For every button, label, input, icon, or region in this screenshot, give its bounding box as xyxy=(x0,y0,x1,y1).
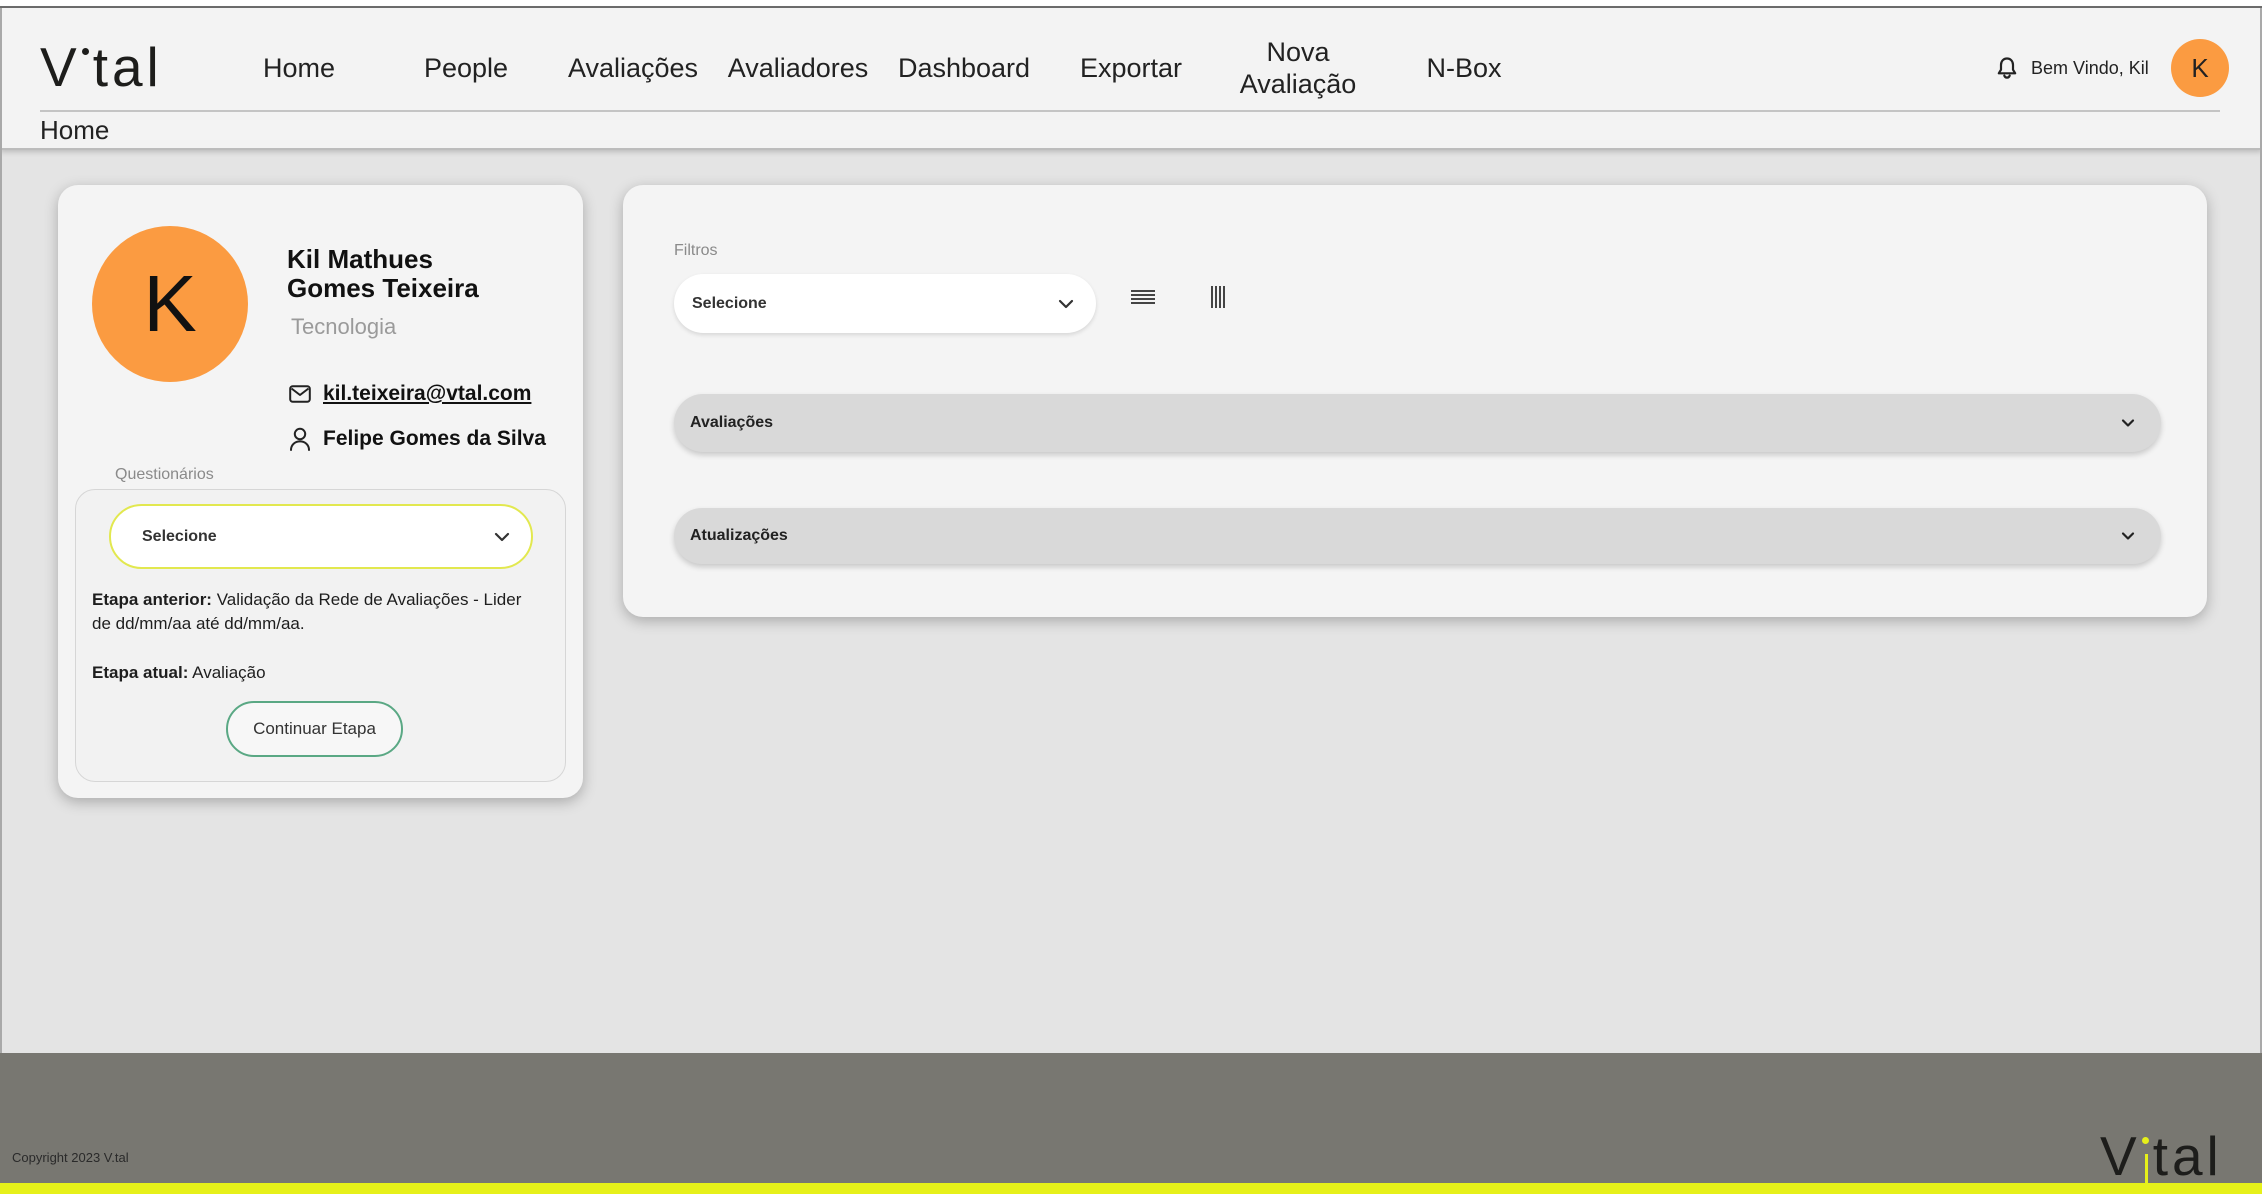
logo-letters-tal: tal xyxy=(92,36,163,98)
current-step-info: Etapa atual: Avaliação xyxy=(92,661,536,685)
logo-letters-tal: tal xyxy=(2152,1125,2223,1187)
questionnaire-select[interactable]: Selecione xyxy=(109,504,533,569)
chevron-down-icon xyxy=(2121,419,2135,427)
chevron-down-icon xyxy=(2121,532,2135,540)
questionnaire-select-value: Selecione xyxy=(142,527,217,545)
profile-avatar: K xyxy=(92,226,248,382)
filters-card: Filtros Selecione Avaliações Atualizaçõe… xyxy=(623,185,2207,617)
logo-dot xyxy=(81,48,89,55)
profile-email-link[interactable]: kil.teixeira@vtal.com xyxy=(323,381,531,407)
person-icon xyxy=(290,427,310,451)
nav-people[interactable]: People xyxy=(424,52,508,84)
breadcrumb: Home xyxy=(40,114,109,146)
filter-select-value: Selecione xyxy=(692,294,767,312)
page-footer: Copyright 2023 V.tal Vtal xyxy=(0,1053,2262,1184)
continue-step-button[interactable]: Continuar Etapa xyxy=(226,701,403,757)
nav-exportar[interactable]: Exportar xyxy=(1080,52,1182,84)
profile-manager: Felipe Gomes da Silva xyxy=(323,427,546,450)
filters-label: Filtros xyxy=(674,242,718,259)
profile-card: K Kil Mathues Gomes Teixeira Tecnologia … xyxy=(58,185,583,798)
previous-step-info: Etapa anterior: Validação da Rede de Ava… xyxy=(92,588,536,636)
window-left-border xyxy=(0,8,2,1053)
nav-home[interactable]: Home xyxy=(263,52,335,84)
current-step-text: Avaliação xyxy=(192,663,266,682)
copyright-text: Copyright 2023 V.tal xyxy=(12,1150,129,1165)
accordion-title: Atualizações xyxy=(690,527,788,544)
filter-select[interactable]: Selecione xyxy=(674,274,1096,333)
questionnaires-panel: Selecione Etapa anterior: Validação da R… xyxy=(75,489,566,782)
top-navigation-bar: Vtal Home People Avaliações Avaliadores … xyxy=(0,8,2262,150)
logo-letter-v: V xyxy=(2100,1125,2137,1187)
profile-name: Kil Mathues Gomes Teixeira xyxy=(287,244,479,303)
footer-brand-stripe xyxy=(0,1183,2262,1194)
logo-letter-v: V xyxy=(40,36,77,98)
profile-department: Tecnologia xyxy=(291,314,397,339)
column-view-icon[interactable] xyxy=(1210,286,1226,308)
accordion-avaliacoes[interactable]: Avaliações xyxy=(674,394,2161,452)
chevron-down-icon xyxy=(494,532,510,541)
footer-logo-accent-line xyxy=(2145,1154,2148,1183)
footer-vtal-logo: Vtal xyxy=(2100,1129,2223,1184)
breadcrumb-current: Home xyxy=(40,115,110,145)
questionnaires-label: Questionários xyxy=(115,466,214,483)
main-content: K Kil Mathues Gomes Teixeira Tecnologia … xyxy=(0,150,2262,1053)
nav-nova-avaliacao[interactable]: Nova Avaliação xyxy=(1223,36,1373,100)
nav-avaliacoes[interactable]: Avaliações xyxy=(568,52,698,84)
nav-dashboard[interactable]: Dashboard xyxy=(898,52,1030,84)
vtal-logo[interactable]: Vtal xyxy=(40,40,163,95)
chevron-down-icon xyxy=(1058,299,1074,308)
previous-step-label: Etapa anterior: xyxy=(92,590,212,609)
header-content: Vtal Home People Avaliações Avaliadores … xyxy=(0,0,2262,150)
user-avatar[interactable]: K xyxy=(2171,39,2229,97)
welcome-text: Bem Vindo, Kil xyxy=(2031,58,2149,78)
list-view-icon[interactable] xyxy=(1131,289,1155,305)
accordion-title: Avaliações xyxy=(690,414,774,431)
mail-icon xyxy=(289,385,311,403)
current-step-label: Etapa atual: xyxy=(92,663,189,682)
logo-dot xyxy=(2141,1137,2149,1144)
accordion-atualizacoes[interactable]: Atualizações xyxy=(674,508,2161,564)
nav-avaliadores[interactable]: Avaliadores xyxy=(728,52,869,84)
nav-divider xyxy=(40,110,2220,112)
nav-n-box[interactable]: N-Box xyxy=(1426,52,1501,84)
bell-icon[interactable] xyxy=(1996,56,2018,80)
